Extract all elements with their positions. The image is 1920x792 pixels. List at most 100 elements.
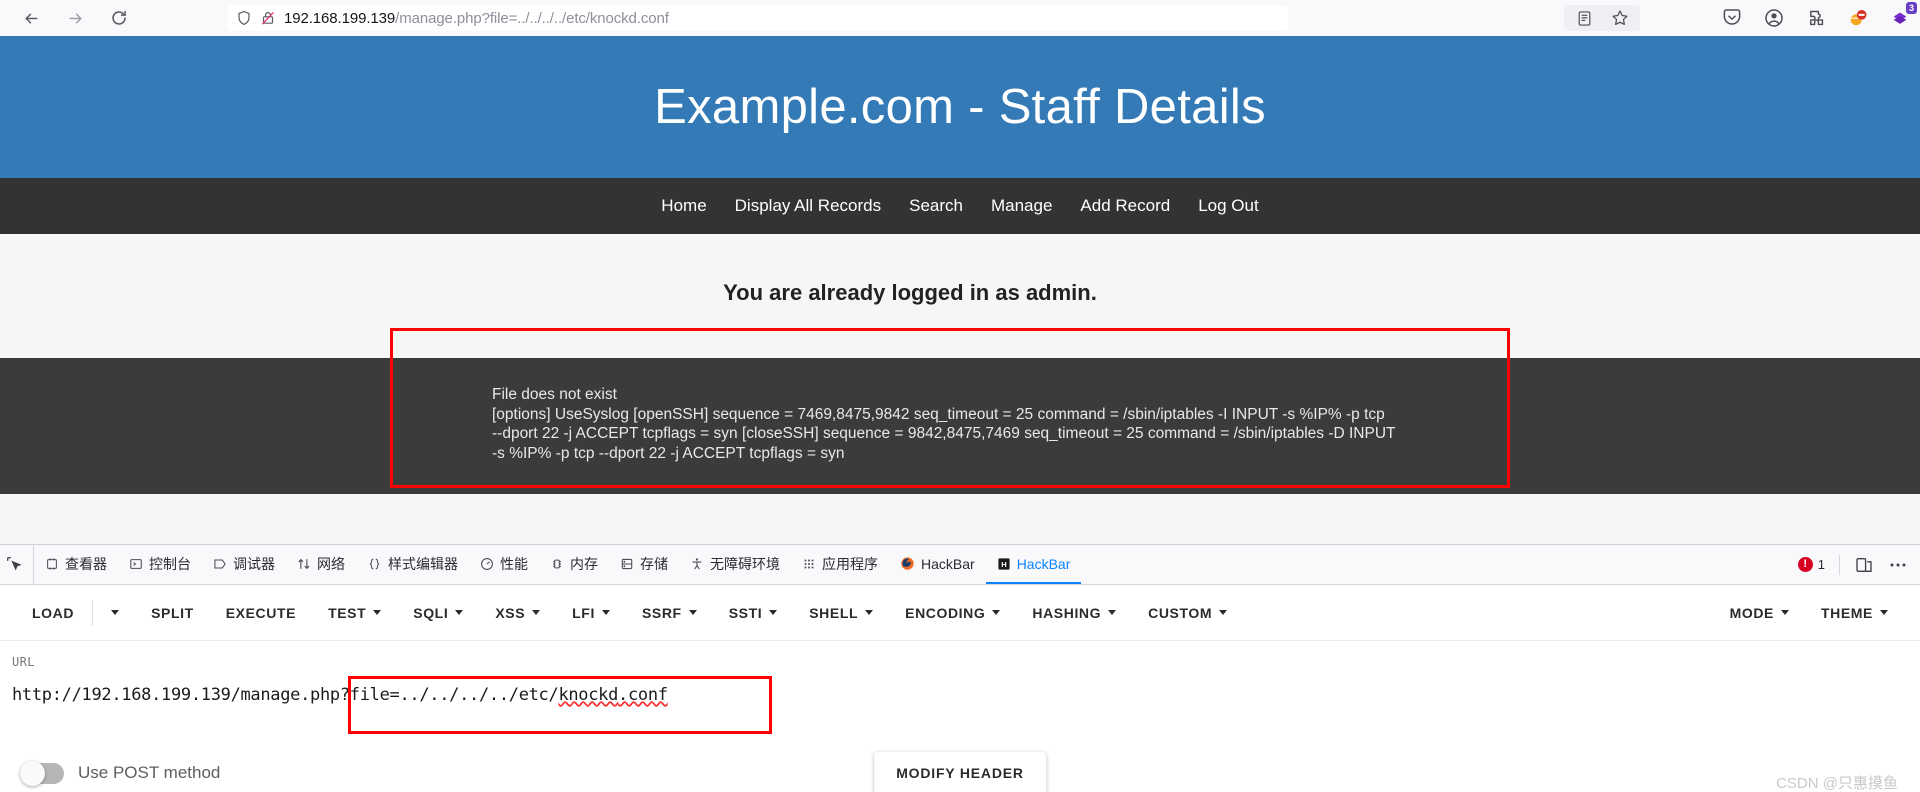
hackbar-menu-hashing[interactable]: HASHING xyxy=(1016,605,1132,621)
chevron-down-icon xyxy=(1880,610,1888,615)
hackbar-menu-ssrf[interactable]: SSRF xyxy=(626,605,713,621)
shield-icon[interactable] xyxy=(236,10,252,26)
post-method-row[interactable]: Use POST method xyxy=(20,760,220,786)
application-icon xyxy=(802,557,816,571)
devtools-tab-memory[interactable]: 内存 xyxy=(539,545,609,584)
use-post-method-toggle[interactable] xyxy=(20,760,64,786)
devtools-tab-label: 性能 xyxy=(500,555,528,572)
devtools-tab-label: 查看器 xyxy=(65,555,107,572)
nav-link-home[interactable]: Home xyxy=(647,196,720,216)
chevron-down-icon xyxy=(992,610,1001,615)
devtools-tabbar: 查看器 控制台 调试器 网络 样式编辑器 性能 内存 存储 无障碍环境 应用程序… xyxy=(0,545,1920,585)
devtools-tab-label: 控制台 xyxy=(149,555,191,572)
hackbar-menu-lfi[interactable]: LFI xyxy=(556,605,626,621)
menu-label: ENCODING xyxy=(905,604,986,621)
devtools-tab-storage[interactable]: 存储 xyxy=(609,545,679,584)
devtools-more-menu-icon[interactable] xyxy=(1888,555,1908,575)
devtools-tab-hackbar-firefox[interactable]: HackBar xyxy=(889,545,986,584)
hackbar-menu-load-dropdown[interactable] xyxy=(95,610,135,615)
hackbar-url-section: URL http://192.168.199.139/manage.php?fi… xyxy=(0,641,1920,734)
forward-icon[interactable] xyxy=(62,5,88,31)
page-actions-group xyxy=(1564,5,1640,31)
ublock-origin-icon[interactable] xyxy=(1848,8,1868,28)
hackbar-menu-xss[interactable]: XSS xyxy=(479,605,556,621)
address-bar-text: 192.168.199.139/manage.php?file=../../..… xyxy=(284,9,669,27)
hackbar-menu-split[interactable]: SPLIT xyxy=(135,605,210,621)
hackbar-menu-test[interactable]: TEST xyxy=(312,605,397,621)
page-header-banner: Example.com - Staff Details xyxy=(0,36,1920,178)
devtools-tab-label: 存储 xyxy=(640,555,668,572)
watermark: CSDN @只惠摸鱼 xyxy=(1776,775,1898,792)
chevron-down-icon xyxy=(455,610,464,615)
web-page: Example.com - Staff Details Home Display… xyxy=(0,36,1920,544)
responsive-design-mode-icon[interactable] xyxy=(1854,555,1874,575)
login-status-message: You are already logged in as admin. xyxy=(723,280,1097,305)
chevron-down-icon xyxy=(373,610,382,615)
save-to-pocket-icon[interactable] xyxy=(1722,8,1742,28)
error-count-value: 1 xyxy=(1817,557,1825,572)
nav-link-display-all-records[interactable]: Display All Records xyxy=(721,196,895,216)
chevron-down-icon xyxy=(865,610,874,615)
devtools-tab-hackbar[interactable]: H HackBar xyxy=(985,545,1082,584)
hackbar-menu-theme[interactable]: THEME xyxy=(1805,605,1904,621)
hackbar-menu-sqli[interactable]: SQLI xyxy=(397,605,479,621)
devtools-tab-label: 网络 xyxy=(317,555,345,572)
hackbar-menu-encoding[interactable]: ENCODING xyxy=(889,605,1016,621)
nav-link-search[interactable]: Search xyxy=(895,196,977,216)
network-icon xyxy=(297,557,311,571)
url-param-text: file=../../../../etc/ xyxy=(349,685,559,705)
navigation-buttons xyxy=(18,5,132,31)
url-input[interactable]: http://192.168.199.139/manage.php?file=.… xyxy=(12,685,1908,705)
insecure-lock-icon[interactable] xyxy=(260,10,276,26)
reader-view-icon[interactable] xyxy=(1574,8,1594,28)
modify-header-button[interactable]: MODIFY HEADER xyxy=(874,752,1046,792)
menu-label: XSS xyxy=(495,604,526,621)
storage-icon xyxy=(620,557,634,571)
address-bar[interactable]: 192.168.199.139/manage.php?file=../../..… xyxy=(228,5,1288,31)
menu-label: SSRF xyxy=(641,604,682,621)
hackbar-menu-load[interactable]: LOAD xyxy=(16,605,90,621)
menu-label: TEST xyxy=(328,604,367,621)
hackbar-extension-icon[interactable]: 3 xyxy=(1890,2,1917,28)
devtools-tab-label: 应用程序 xyxy=(822,555,878,572)
hackbar-menu-shell[interactable]: SHELL xyxy=(793,605,889,621)
reload-icon[interactable] xyxy=(106,5,132,31)
devtools-tab-debugger[interactable]: 调试器 xyxy=(202,545,286,584)
page-content: You are already logged in as admin. File… xyxy=(0,234,1920,544)
url-param-filename: knockd xyxy=(558,685,619,705)
element-picker-icon[interactable] xyxy=(0,545,34,584)
account-icon[interactable] xyxy=(1764,8,1784,28)
devtools-tab-inspector[interactable]: 查看器 xyxy=(34,545,118,584)
inspector-icon xyxy=(45,557,59,571)
hackbar-menubar-right: MODE THEME xyxy=(1714,605,1904,621)
bookmark-star-icon[interactable] xyxy=(1610,8,1630,28)
nav-link-add-record[interactable]: Add Record xyxy=(1066,196,1184,216)
hackbar-menu-execute[interactable]: EXECUTE xyxy=(210,605,312,621)
devtools-tab-console[interactable]: 控制台 xyxy=(118,545,202,584)
hackbar-menu-custom[interactable]: CUSTOM xyxy=(1132,605,1243,621)
hackbar-menu-mode[interactable]: MODE xyxy=(1714,605,1805,621)
hackbar-panel: LOAD SPLIT EXECUTE TEST SQLI XSS LFI SSR… xyxy=(0,585,1920,792)
chevron-down-icon xyxy=(1219,610,1228,615)
toolbar-divider xyxy=(1839,554,1840,575)
devtools-tab-accessibility[interactable]: 无障碍环境 xyxy=(679,545,791,584)
devtools-tab-performance[interactable]: 性能 xyxy=(469,545,539,584)
devtools-tab-application[interactable]: 应用程序 xyxy=(791,545,889,584)
devtools-tab-label: HackBar xyxy=(1016,555,1071,572)
back-icon[interactable] xyxy=(18,5,44,31)
nav-link-log-out[interactable]: Log Out xyxy=(1184,196,1273,216)
devtools-tab-style-editor[interactable]: 样式编辑器 xyxy=(356,545,469,584)
style-editor-icon xyxy=(367,557,382,571)
devtools-tab-label: 无障碍环境 xyxy=(710,555,780,572)
error-count-badge[interactable]: ! 1 xyxy=(1797,557,1825,572)
hackbar-menu-ssti[interactable]: SSTI xyxy=(713,605,794,621)
devtools-tab-network[interactable]: 网络 xyxy=(286,545,356,584)
extension-puzzle-icon[interactable] xyxy=(1806,8,1826,28)
chevron-down-icon xyxy=(688,610,697,615)
error-icon: ! xyxy=(1797,557,1813,572)
url-field-label: URL xyxy=(12,655,35,669)
nav-link-manage[interactable]: Manage xyxy=(977,196,1066,216)
menu-label: MODE xyxy=(1729,604,1774,621)
menu-label: HASHING xyxy=(1032,604,1102,621)
toolbar-right-icons: 3 xyxy=(1564,2,1917,31)
